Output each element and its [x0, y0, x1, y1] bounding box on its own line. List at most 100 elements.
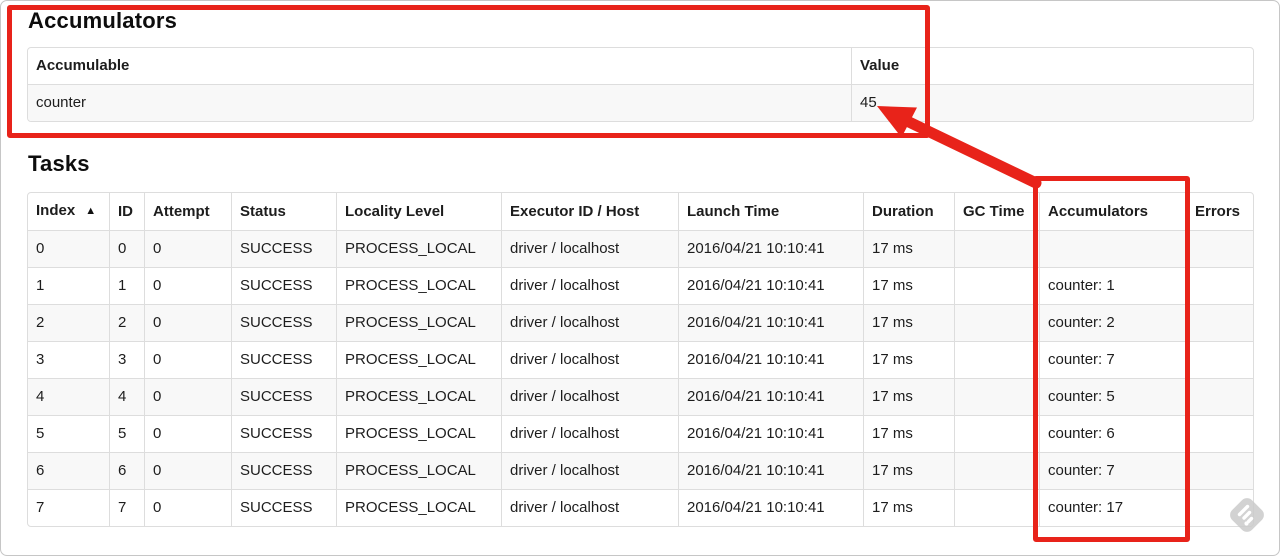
cell-index: 5 [28, 415, 109, 452]
column-header-duration[interactable]: Duration [863, 193, 954, 230]
cell-status: SUCCESS [231, 341, 336, 378]
cell-launch-time: 2016/04/21 10:10:41 [678, 489, 863, 526]
cell-index: 2 [28, 304, 109, 341]
column-header-index[interactable]: Index ▲ [28, 193, 109, 230]
column-header-label: Accumulable [36, 57, 130, 74]
cell-duration: 17 ms [863, 267, 954, 304]
cell-id: 4 [109, 378, 144, 415]
cell-gc-time [954, 489, 1039, 526]
cell-duration: 17 ms [863, 452, 954, 489]
cell-gc-time [954, 452, 1039, 489]
cell-accumulators: counter: 7 [1039, 341, 1186, 378]
column-header-label: Accumulators [1048, 202, 1149, 220]
column-header-locality-level[interactable]: Locality Level [336, 193, 501, 230]
column-header-accumulable[interactable]: Accumulable [28, 48, 851, 84]
cell-executor-id-host: driver / localhost [501, 489, 678, 526]
column-header-launch-time[interactable]: Launch Time [678, 193, 863, 230]
cell-gc-time [954, 267, 1039, 304]
cell-locality-level: PROCESS_LOCAL [336, 415, 501, 452]
cell-status: SUCCESS [231, 304, 336, 341]
cell-accumulators [1039, 230, 1186, 267]
cell-launch-time: 2016/04/21 10:10:41 [678, 230, 863, 267]
cell-accumulators: counter: 17 [1039, 489, 1186, 526]
table-row: 3 3 0 SUCCESS PROCESS_LOCAL driver / localhos… [28, 341, 1253, 378]
cell-executor-id-host: driver / localhost [501, 304, 678, 341]
accumulators-section-title: Accumulators [28, 8, 178, 33]
cell-gc-time [954, 304, 1039, 341]
cell-gc-time [954, 415, 1039, 452]
cell-id: 3 [109, 341, 144, 378]
table-row: 4 4 0 SUCCESS PROCESS_LOCAL driver / localhos… [28, 378, 1253, 415]
cell-status: SUCCESS [231, 378, 336, 415]
column-header-attempt[interactable]: Attempt [144, 193, 231, 230]
table-row: 1 1 0 SUCCESS PROCESS_LOCAL driver / localhos… [28, 267, 1253, 304]
cell-executor-id-host: driver / localhost [501, 267, 678, 304]
cell-errors [1186, 341, 1253, 378]
cell-duration: 17 ms [863, 341, 954, 378]
cell-errors [1186, 230, 1253, 267]
cell-attempt: 0 [144, 489, 231, 526]
cell-duration: 17 ms [863, 304, 954, 341]
cell-index: 7 [28, 489, 109, 526]
column-header-label: ID [118, 202, 133, 220]
tasks-section-title: Tasks [28, 151, 90, 176]
column-header-accumulators[interactable]: Accumulators [1039, 193, 1186, 230]
column-header-gc-time[interactable]: GC Time [954, 193, 1039, 230]
column-header-label: Value [860, 57, 900, 74]
cell-executor-id-host: driver / localhost [501, 415, 678, 452]
cell-errors [1186, 452, 1253, 489]
cell-id: 1 [109, 267, 144, 304]
cell-attempt: 0 [144, 304, 231, 341]
table-row: 6 6 0 SUCCESS PROCESS_LOCAL driver / localhos… [28, 452, 1253, 489]
cell-index: 6 [28, 452, 109, 489]
column-header-executor-id-host[interactable]: Executor ID / Host [501, 193, 678, 230]
cell-errors [1186, 415, 1253, 452]
cell-executor-id-host: driver / localhost [501, 378, 678, 415]
sort-asc-icon: ▲ [85, 205, 97, 217]
cell-accumulable: counter [28, 84, 851, 121]
column-header-label: Errors [1195, 202, 1241, 220]
cell-accumulators: counter: 1 [1039, 267, 1186, 304]
cell-locality-level: PROCESS_LOCAL [336, 341, 501, 378]
cell-attempt: 0 [144, 415, 231, 452]
column-header-label: Launch Time [687, 202, 780, 220]
cell-locality-level: PROCESS_LOCAL [336, 489, 501, 526]
cell-duration: 17 ms [863, 230, 954, 267]
cell-accumulators: counter: 6 [1039, 415, 1186, 452]
tasks-table: Index ▲ ID Attempt Status Locality Level Execu… [27, 192, 1254, 527]
feedly-icon[interactable] [1224, 492, 1270, 538]
cell-gc-time [954, 378, 1039, 415]
table-row: 5 5 0 SUCCESS PROCESS_LOCAL driver / localhos… [28, 415, 1253, 452]
cell-accumulators: counter: 5 [1039, 378, 1186, 415]
column-header-value[interactable]: Value [851, 48, 1253, 84]
column-header-status[interactable]: Status [231, 193, 336, 230]
column-header-label: Status [240, 202, 286, 220]
cell-attempt: 0 [144, 341, 231, 378]
column-header-label: Executor ID / Host [510, 202, 640, 220]
cell-index: 0 [28, 230, 109, 267]
column-header-label: GC Time [963, 202, 1025, 220]
cell-id: 0 [109, 230, 144, 267]
cell-id: 5 [109, 415, 144, 452]
cell-status: SUCCESS [231, 267, 336, 304]
cell-locality-level: PROCESS_LOCAL [336, 304, 501, 341]
column-header-id[interactable]: ID [109, 193, 144, 230]
cell-id: 7 [109, 489, 144, 526]
header-row: Index ▲ ID Attempt Status Locality Level Execu… [28, 193, 1253, 230]
cell-id: 2 [109, 304, 144, 341]
cell-executor-id-host: driver / localhost [501, 452, 678, 489]
cell-accumulators: counter: 2 [1039, 304, 1186, 341]
cell-index: 1 [28, 267, 109, 304]
cell-launch-time: 2016/04/21 10:10:41 [678, 452, 863, 489]
cell-attempt: 0 [144, 230, 231, 267]
cell-value: 45 [851, 84, 1253, 121]
column-header-label: Index [36, 202, 76, 219]
cell-launch-time: 2016/04/21 10:10:41 [678, 267, 863, 304]
column-header-errors[interactable]: Errors [1186, 193, 1253, 230]
cell-id: 6 [109, 452, 144, 489]
cell-attempt: 0 [144, 267, 231, 304]
cell-launch-time: 2016/04/21 10:10:41 [678, 304, 863, 341]
cell-status: SUCCESS [231, 230, 336, 267]
cell-launch-time: 2016/04/21 10:10:41 [678, 378, 863, 415]
cell-status: SUCCESS [231, 452, 336, 489]
